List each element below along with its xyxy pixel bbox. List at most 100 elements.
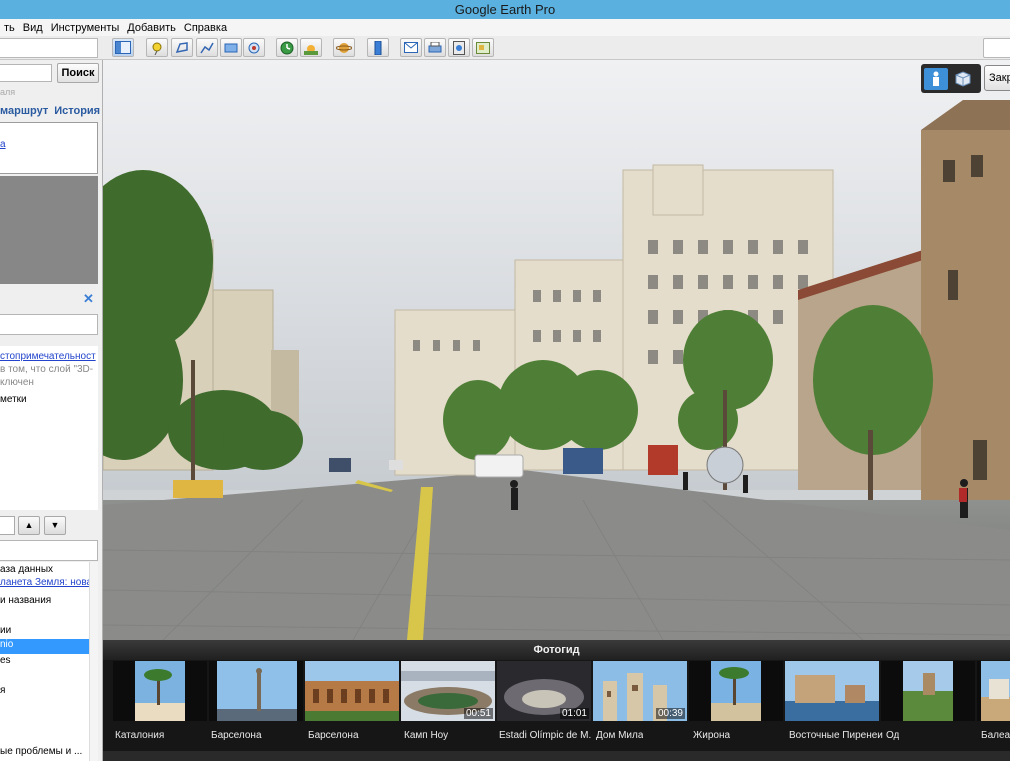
menu-help[interactable]: Справка [184,22,227,34]
search-hint: аля [0,87,16,97]
view-in-maps-button[interactable] [472,38,494,57]
layer-item[interactable]: ые проблемы и ... [0,746,82,757]
layer-item[interactable]: ланета Земля: нова [0,577,92,588]
thumb-image [903,661,953,721]
search-results: а [0,122,98,174]
print-button[interactable] [424,38,446,57]
save-image-button[interactable] [448,38,470,57]
move-down-button[interactable]: ▼ [44,516,66,535]
layer-item-selected[interactable]: nio [0,639,98,654]
email-button[interactable] [400,38,422,57]
record-tour-button[interactable] [243,38,265,57]
photo-caption: Дом Мила [596,730,644,741]
add-overlay-button[interactable] [220,38,242,57]
street-view-scene [103,60,1010,640]
photo-caption: Жирона [693,730,731,741]
ruler-icon [374,40,382,55]
places-header-field[interactable] [0,314,98,335]
planet-icon [336,42,352,53]
exit-street-view-button[interactable]: Закрыть [984,65,1010,91]
results-link[interactable]: а [0,139,6,150]
menu-view[interactable]: Вид [23,22,43,34]
photo-thumb[interactable] [305,661,399,721]
menu-tools[interactable]: Инструменты [51,22,120,34]
arrow-up-icon: ▲ [24,520,34,530]
envelope-icon [404,42,418,53]
tour-icon [248,42,260,53]
layers-header-field[interactable] [0,540,98,561]
photo-thumb[interactable] [209,661,303,721]
ruler-button[interactable] [367,38,389,57]
photo-thumb[interactable]: 01:01 [497,661,591,721]
video-duration: 00:39 [655,708,685,719]
places-item-placemarks[interactable]: метки [0,393,102,406]
polygon-icon [175,41,188,53]
menu-file[interactable]: ть [4,22,15,34]
tab-history[interactable]: История [54,105,100,117]
photo-caption: Восточные Пиренеи [789,730,883,741]
search-input[interactable] [0,64,52,82]
layer-item[interactable]: ии [0,625,11,636]
menu-add[interactable]: Добавить [127,22,176,34]
photo-thumb[interactable] [881,661,975,721]
sidebar-icon [115,41,131,54]
photo-caption: Барселона [211,730,262,741]
photo-caption: Од [886,730,900,741]
arrow-down-icon: ▼ [50,520,60,530]
ground-level-button[interactable] [924,67,948,90]
path-icon [200,42,214,53]
sidebar-toggle-button[interactable] [112,38,134,57]
cube-icon [955,70,971,87]
thumb-image [217,661,297,721]
pushpin-icon [152,42,162,55]
add-placemark-button[interactable] [146,38,168,57]
historical-imagery-button[interactable] [276,38,298,57]
move-up-button[interactable]: ▲ [18,516,40,535]
view-mode-controls [921,64,981,93]
sunlight-button[interactable] [300,38,322,57]
places-notice-2: ключен [0,377,34,388]
layers-scrollbar[interactable] [89,562,98,761]
toolbar-right-field[interactable] [983,38,1010,58]
sun-icon [304,44,318,55]
photo-caption: Барселона [308,730,359,741]
add-path-button[interactable] [196,38,218,57]
save-image-icon [453,40,465,55]
photo-guide-title: Фотогид [103,640,1010,660]
search-button[interactable]: Поиск [57,63,99,83]
layer-item[interactable]: я [0,685,5,696]
toolbar-left-field[interactable] [0,38,98,58]
photo-thumb[interactable] [689,661,783,721]
photo-thumb[interactable] [977,661,1010,721]
status-bar [103,751,1010,761]
places-nav-field[interactable] [0,516,15,535]
results-empty-area [0,176,98,284]
places-landmarks-link[interactable]: стопримечательност [0,350,102,363]
printer-icon [428,41,442,52]
layer-item[interactable]: аза данных [0,564,53,575]
places-content: стопримечательност в том, что слой "3D- … [0,350,102,406]
pegman-icon [933,71,939,86]
toolbar [0,36,1010,60]
photo-caption: Камп Ноу [404,730,449,741]
photo-thumb[interactable]: 00:39 [593,661,687,721]
street-view[interactable]: Закрыть [103,60,1010,640]
layer-item[interactable]: и названия [0,595,51,606]
planet-switch-button[interactable] [333,38,355,57]
places-notice: в том, что слой "3D- [0,364,94,375]
photo-thumb[interactable] [785,661,879,721]
layer-item[interactable]: es [0,655,11,666]
thumb-image [135,661,185,721]
photo-thumb[interactable]: 00:51 [401,661,495,721]
thumb-image [981,661,1010,721]
close-icon[interactable]: ✕ [83,291,94,307]
window-title: Google Earth Pro [0,0,1010,19]
clock-icon [280,41,294,54]
add-polygon-button[interactable] [171,38,193,57]
thumb-image [711,661,761,721]
photo-caption: Балеар [981,730,1010,741]
photo-thumb[interactable] [113,661,207,721]
video-duration: 00:51 [463,708,493,719]
3d-view-button[interactable] [951,68,975,90]
tab-route[interactable]: маршрут [0,105,48,117]
